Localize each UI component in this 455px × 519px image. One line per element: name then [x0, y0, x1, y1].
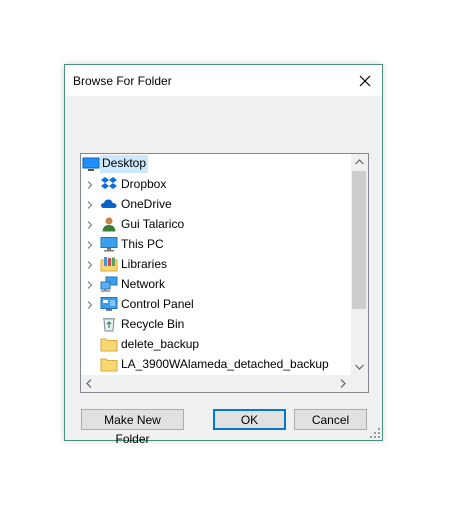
- user-icon: [100, 216, 118, 232]
- horizontal-scrollbar[interactable]: [81, 375, 351, 392]
- computer-icon: [100, 236, 118, 252]
- expand-chevron-icon[interactable]: [85, 219, 95, 229]
- ok-button[interactable]: OK: [213, 409, 286, 430]
- tree-item[interactable]: delete_backup: [81, 334, 349, 354]
- folder-icon: [100, 356, 118, 372]
- onedrive-cloud-icon: [100, 196, 118, 212]
- title-bar[interactable]: Browse For Folder: [65, 65, 382, 96]
- scroll-left-arrow-icon[interactable]: [86, 379, 92, 388]
- tree-item-label: delete_backup: [121, 337, 200, 351]
- expand-chevron-icon[interactable]: [85, 299, 95, 309]
- tree-item-label: Network: [121, 277, 166, 291]
- libraries-icon: [100, 256, 118, 272]
- expand-chevron-icon[interactable]: [85, 179, 95, 189]
- resize-grip-icon[interactable]: [370, 428, 380, 438]
- cancel-button[interactable]: Cancel: [294, 409, 367, 430]
- folder-tree[interactable]: Desktop Dropbox OneDrive Gui Talarico This P…: [80, 153, 369, 393]
- tree-item-label: LA_3900WAlameda_detached_backup: [121, 357, 329, 371]
- tree-item-label: Recycle Bin: [121, 317, 185, 331]
- close-button[interactable]: [348, 65, 382, 96]
- expand-chevron-icon[interactable]: [85, 199, 95, 209]
- tree-item[interactable]: Dropbox: [81, 174, 349, 194]
- tree-item[interactable]: Recycle Bin: [81, 314, 349, 334]
- network-icon: [100, 276, 118, 292]
- tree-item[interactable]: Desktop: [81, 154, 349, 174]
- desktop-icon: [82, 156, 100, 172]
- tree-item-label: Dropbox: [121, 177, 167, 191]
- tree-item[interactable]: LA_3900WAlameda_detached_backup: [81, 354, 349, 374]
- browse-for-folder-dialog: Browse For Folder Desktop Dropbox OneDrive…: [64, 64, 383, 446]
- tree-item-label: Desktop: [100, 155, 149, 173]
- expand-chevron-icon[interactable]: [85, 279, 95, 289]
- expand-chevron-icon[interactable]: [85, 239, 95, 249]
- folder-icon: [100, 336, 118, 352]
- tree-item[interactable]: Gui Talarico: [81, 214, 349, 234]
- tree-item-label: Gui Talarico: [121, 217, 185, 231]
- tree-item-label: Libraries: [121, 257, 168, 271]
- dropbox-icon: [100, 176, 118, 192]
- scrollbar-corner: [351, 375, 368, 392]
- dialog-description: [80, 105, 369, 145]
- tree-item[interactable]: Control Panel: [81, 294, 349, 314]
- recycle-bin-icon: [100, 316, 118, 332]
- scroll-right-arrow-icon[interactable]: [340, 379, 346, 388]
- vertical-scrollbar[interactable]: [351, 154, 368, 375]
- expand-chevron-icon[interactable]: [85, 259, 95, 269]
- tree-item-label: This PC: [121, 237, 164, 251]
- tree-item[interactable]: Network: [81, 274, 349, 294]
- dialog-title: Browse For Folder: [73, 74, 172, 88]
- tree-item[interactable]: Libraries: [81, 254, 349, 274]
- make-new-folder-button[interactable]: Make New Folder: [81, 409, 184, 446]
- scroll-down-arrow-icon[interactable]: [355, 364, 364, 370]
- vertical-scroll-thumb[interactable]: [352, 171, 366, 309]
- control-panel-icon: [100, 296, 118, 312]
- close-icon: [359, 75, 371, 86]
- tree-item-label: Control Panel: [121, 297, 194, 311]
- tree-item[interactable]: OneDrive: [81, 194, 349, 214]
- tree-item-label: OneDrive: [121, 197, 172, 211]
- scroll-up-arrow-icon[interactable]: [355, 159, 364, 165]
- tree-item[interactable]: This PC: [81, 234, 349, 254]
